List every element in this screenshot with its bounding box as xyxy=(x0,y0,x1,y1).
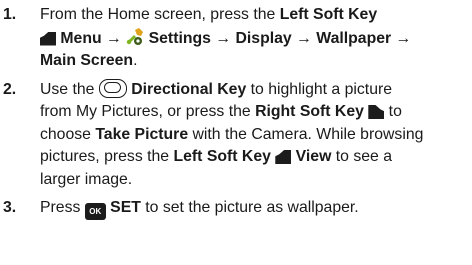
step-text: From the Home screen, press the xyxy=(40,6,280,23)
step-text: . xyxy=(133,52,138,69)
directional-key-icon xyxy=(98,78,127,98)
step-2: 2. Use the Directional Key to highlight … xyxy=(0,78,472,192)
instruction-steps: 1. From the Home screen, press the Left … xyxy=(0,0,472,220)
left-soft-key-icon xyxy=(275,150,292,164)
step-text: to highlight a picture xyxy=(246,80,393,98)
menu-path: Menu → xyxy=(60,29,127,47)
key-name: Right Soft Key xyxy=(255,103,364,120)
step-text: from My Pictures, or press the xyxy=(40,103,256,120)
step-number: 1. xyxy=(3,6,17,23)
step-3: 3. Press OK SET to set the picture as wa… xyxy=(0,197,472,220)
key-name: SET xyxy=(110,199,141,216)
step-2-line-3: choose Take Picture with the Camera. Whi… xyxy=(40,124,472,147)
key-name: View xyxy=(295,148,332,165)
step-number: 3. xyxy=(3,199,17,216)
key-name: Directional Key xyxy=(131,80,247,98)
menu-path: Settings → Display → Wallpaper → xyxy=(148,29,412,47)
key-name: Take Picture xyxy=(95,125,189,143)
step-text: Press xyxy=(40,199,85,216)
step-text: with the Camera. While browsing xyxy=(188,125,424,143)
step-number: 2. xyxy=(3,80,17,98)
step-text: to see a xyxy=(331,148,392,165)
step-3-line-1: Press OK SET to set the picture as wallp… xyxy=(40,197,472,220)
step-1-line-3: Main Screen. xyxy=(40,50,472,73)
step-1-line-1: From the Home screen, press the Left Sof… xyxy=(40,4,472,27)
step-text: to xyxy=(384,103,402,120)
settings-icon xyxy=(127,27,144,45)
step-2-line-5: larger image. xyxy=(40,169,472,192)
menu-path: Main Screen xyxy=(40,52,134,69)
step-1-line-2: Menu → Settings → Display → Wallpaper → xyxy=(40,27,472,51)
step-2-line-1: Use the Directional Key to highlight a p… xyxy=(40,78,472,102)
step-2-line-4: pictures, press the Left Soft Key View t… xyxy=(40,146,472,169)
step-text: Use the xyxy=(40,80,99,98)
left-soft-key-icon xyxy=(40,31,56,46)
step-1: 1. From the Home screen, press the Left … xyxy=(0,4,472,73)
step-text: to set the picture as wallpaper. xyxy=(140,199,359,216)
key-name: Left Soft Key xyxy=(279,6,378,23)
key-name: Left Soft Key xyxy=(173,148,271,165)
step-text: pictures, press the xyxy=(40,148,174,165)
step-text: larger image. xyxy=(40,170,133,188)
ok-key-icon: OK xyxy=(84,203,106,220)
right-soft-key-icon xyxy=(368,105,385,119)
step-text: choose xyxy=(40,125,96,143)
step-2-line-2: from My Pictures, or press the Right Sof… xyxy=(40,101,472,124)
